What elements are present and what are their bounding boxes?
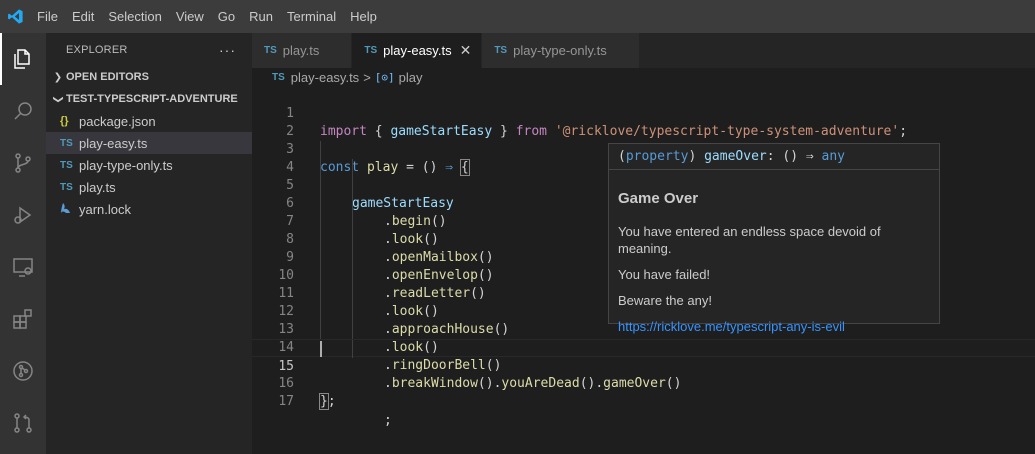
tab-play-easy[interactable]: TS play-easy.ts ✕	[352, 33, 483, 68]
hover-body: Game Over You have entered an endless sp…	[609, 170, 939, 335]
breadcrumb-file[interactable]: play-easy.ts	[291, 70, 359, 85]
open-editors-label: OPEN EDITORS	[66, 71, 149, 83]
file-item-yarn-lock[interactable]: yarn.lock	[46, 198, 252, 220]
line-number: 17	[278, 394, 294, 409]
menu-file[interactable]: File	[30, 0, 65, 33]
file-item-play-type-only[interactable]: TS play-type-only.ts	[46, 154, 252, 176]
file-label: package.json	[79, 113, 156, 129]
menu-bar: File Edit Selection View Go Run Terminal…	[30, 0, 384, 33]
more-actions-icon[interactable]: ···	[219, 42, 236, 58]
variable-symbol-icon: [⊙]	[374, 70, 395, 84]
file-label: play-easy.ts	[79, 135, 148, 151]
typescript-file-icon: TS	[264, 45, 277, 56]
tab-label: play.ts	[282, 43, 320, 58]
breadcrumb-separator: >	[363, 69, 371, 85]
explorer-header: EXPLORER ···	[46, 33, 252, 66]
hover-kind: property	[625, 149, 689, 164]
run-debug-icon[interactable]	[0, 189, 46, 241]
chevron-down-icon: ❯	[52, 94, 64, 104]
code-line: 1 import { gameStartEasy } from '@ricklo…	[252, 87, 1035, 139]
typescript-file-icon: TS	[272, 71, 285, 83]
chevron-right-icon: ❯	[53, 71, 63, 83]
hover-title: Game Over	[618, 190, 699, 207]
matching-bracket: }	[319, 393, 329, 410]
git-graph-icon[interactable]	[0, 345, 46, 397]
hover-text: You have entered an endless space devoid…	[618, 224, 881, 256]
hover-link[interactable]: https://ricklove.me/typescript-any-is-ev…	[618, 318, 930, 335]
hover-name: gameOver	[704, 149, 767, 164]
typescript-file-icon: TS	[494, 45, 508, 56]
typescript-file-icon: TS	[364, 45, 378, 56]
typescript-file-icon: TS	[60, 159, 73, 171]
hover-type: any	[821, 149, 846, 164]
menu-go[interactable]: Go	[211, 0, 242, 33]
menu-terminal[interactable]: Terminal	[280, 0, 343, 33]
search-icon[interactable]	[0, 85, 46, 137]
hover-text: You have failed!	[618, 267, 711, 282]
editor-tabs: TS play.ts TS play-easy.ts ✕ TS play-typ…	[252, 33, 1035, 68]
file-item-play[interactable]: TS play.ts	[46, 176, 252, 198]
explorer-icon[interactable]	[0, 33, 46, 85]
folder-section[interactable]: ❯ TEST-TYPESCRIPT-ADVENTURE	[46, 88, 252, 110]
code-line-current: 15 ;	[252, 339, 1035, 428]
menu-help[interactable]: Help	[343, 0, 384, 33]
activity-bar	[0, 33, 46, 454]
hover-signature: (property) gameOver: () ⇒ any	[609, 144, 939, 170]
code-line: 3 const play = () ⇒ {	[252, 123, 1035, 176]
code-line: 16 };	[252, 357, 1035, 410]
file-item-package-json[interactable]: {} package.json	[46, 110, 252, 132]
breadcrumb: TS play-easy.ts > [⊙] play	[252, 68, 1035, 86]
hover-tooltip: (property) gameOver: () ⇒ any Game Over …	[608, 143, 940, 334]
code-line: 2	[252, 105, 1035, 139]
menu-run[interactable]: Run	[242, 0, 280, 33]
tab-label: play-easy.ts	[383, 43, 452, 58]
hover-text: Beware the any!	[618, 293, 712, 308]
tab-play-type-only[interactable]: TS play-type-only.ts	[482, 33, 640, 68]
explorer-title: EXPLORER	[66, 43, 128, 56]
menu-edit[interactable]: Edit	[65, 0, 101, 33]
menu-view[interactable]: View	[169, 0, 211, 33]
title-bar: File Edit Selection View Go Run Terminal…	[0, 0, 1035, 33]
code-line: 17	[252, 375, 1035, 409]
close-icon[interactable]: ✕	[460, 42, 472, 59]
text-cursor	[320, 341, 322, 357]
file-label: play-type-only.ts	[79, 157, 173, 173]
vscode-logo-icon	[0, 0, 30, 33]
file-label: yarn.lock	[79, 201, 132, 217]
file-item-play-easy[interactable]: TS play-easy.ts	[46, 132, 252, 154]
remote-explorer-icon[interactable]	[0, 241, 46, 293]
json-file-icon: {}	[60, 115, 69, 127]
typescript-file-icon: TS	[60, 137, 73, 149]
breadcrumb-symbol[interactable]: play	[399, 70, 423, 85]
source-control-icon[interactable]	[0, 137, 46, 189]
open-editors-section[interactable]: ❯ OPEN EDITORS	[46, 66, 252, 88]
explorer-sidebar: EXPLORER ··· ❯ OPEN EDITORS ❯ TEST-TYPES…	[46, 33, 252, 454]
tab-play[interactable]: TS play.ts	[252, 33, 353, 68]
folder-label: TEST-TYPESCRIPT-ADVENTURE	[66, 93, 238, 105]
file-label: play.ts	[79, 179, 116, 195]
typescript-file-icon: TS	[60, 181, 73, 193]
tab-label: play-type-only.ts	[513, 43, 607, 58]
code-punct: ;	[384, 413, 392, 428]
extensions-icon[interactable]	[0, 293, 46, 345]
pull-requests-icon[interactable]	[0, 397, 46, 449]
yarn-icon	[60, 202, 79, 217]
menu-selection[interactable]: Selection	[101, 0, 168, 33]
